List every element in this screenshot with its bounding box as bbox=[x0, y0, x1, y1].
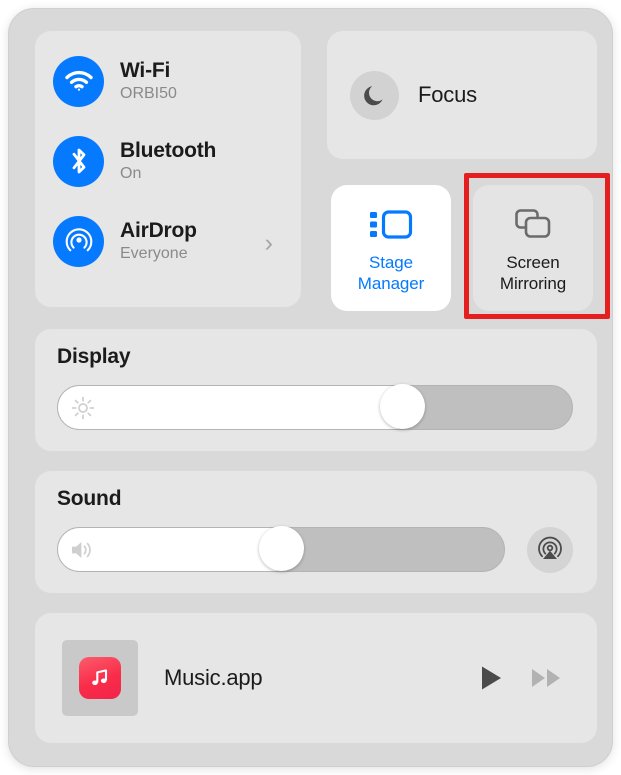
speaker-wave-icon bbox=[70, 537, 96, 563]
stage-manager-label: Stage Manager bbox=[357, 252, 425, 294]
display-brightness-slider[interactable] bbox=[57, 384, 573, 430]
sound-slider-knob[interactable] bbox=[259, 526, 304, 571]
focus-label: Focus bbox=[418, 82, 477, 107]
wifi-title: Wi-Fi bbox=[120, 58, 171, 82]
airdrop-subtitle: Everyone bbox=[120, 244, 188, 262]
display-card: Display bbox=[35, 329, 597, 451]
sound-card: Sound bbox=[35, 471, 597, 593]
screen-mirroring-tile[interactable]: Screen Mirroring bbox=[473, 185, 593, 311]
bluetooth-icon[interactable] bbox=[53, 135, 104, 187]
now-playing-card: Music.app bbox=[35, 613, 597, 743]
focus-card[interactable]: Focus bbox=[327, 31, 597, 159]
stage-manager-tile[interactable]: Stage Manager bbox=[331, 185, 451, 311]
stage-manager-label-line1: Stage bbox=[369, 253, 413, 272]
display-title: Display bbox=[57, 345, 131, 368]
bluetooth-title: Bluetooth bbox=[120, 138, 217, 162]
connectivity-row-bluetooth[interactable]: Bluetooth On bbox=[53, 123, 283, 199]
screen-mirroring-icon bbox=[513, 202, 553, 246]
play-button[interactable] bbox=[471, 658, 511, 698]
screen-mirroring-label-line2: Mirroring bbox=[499, 274, 567, 293]
connectivity-card: Wi-Fi ORBI50 Bluetooth On AirDrop Everyo… bbox=[35, 31, 301, 307]
now-playing-artwork bbox=[62, 640, 138, 716]
sound-title: Sound bbox=[57, 487, 122, 510]
stage-manager-icon bbox=[368, 202, 414, 246]
connectivity-row-wifi[interactable]: Wi-Fi ORBI50 bbox=[53, 43, 283, 119]
wifi-subtitle: ORBI50 bbox=[120, 84, 177, 102]
moon-icon bbox=[350, 70, 399, 120]
display-slider-knob[interactable] bbox=[380, 384, 426, 429]
bluetooth-subtitle: On bbox=[120, 164, 142, 182]
wifi-icon[interactable] bbox=[53, 55, 104, 107]
screen-mirroring-label: Screen Mirroring bbox=[500, 252, 566, 294]
airplay-audio-icon[interactable] bbox=[527, 527, 573, 573]
stage-manager-label-line2: Manager bbox=[357, 274, 425, 293]
connectivity-text-bluetooth: Bluetooth On bbox=[120, 139, 216, 184]
connectivity-text-wifi: Wi-Fi ORBI50 bbox=[120, 59, 177, 104]
control-center-panel: Wi-Fi ORBI50 Bluetooth On AirDrop Everyo… bbox=[8, 8, 613, 767]
brightness-icon bbox=[70, 395, 96, 421]
screen-mirroring-label-line1: Screen bbox=[506, 253, 560, 272]
connectivity-text-airdrop: AirDrop Everyone bbox=[120, 219, 197, 264]
display-slider-fill bbox=[58, 386, 403, 429]
sound-volume-slider[interactable] bbox=[57, 526, 505, 572]
connectivity-row-airdrop[interactable]: AirDrop Everyone › bbox=[53, 203, 283, 279]
airdrop-icon[interactable] bbox=[53, 215, 104, 267]
music-note-icon bbox=[79, 657, 121, 699]
chevron-right-icon[interactable]: › bbox=[265, 231, 273, 256]
forward-icon[interactable] bbox=[527, 658, 567, 698]
now-playing-app-name: Music.app bbox=[164, 665, 263, 690]
airdrop-title: AirDrop bbox=[120, 218, 197, 242]
